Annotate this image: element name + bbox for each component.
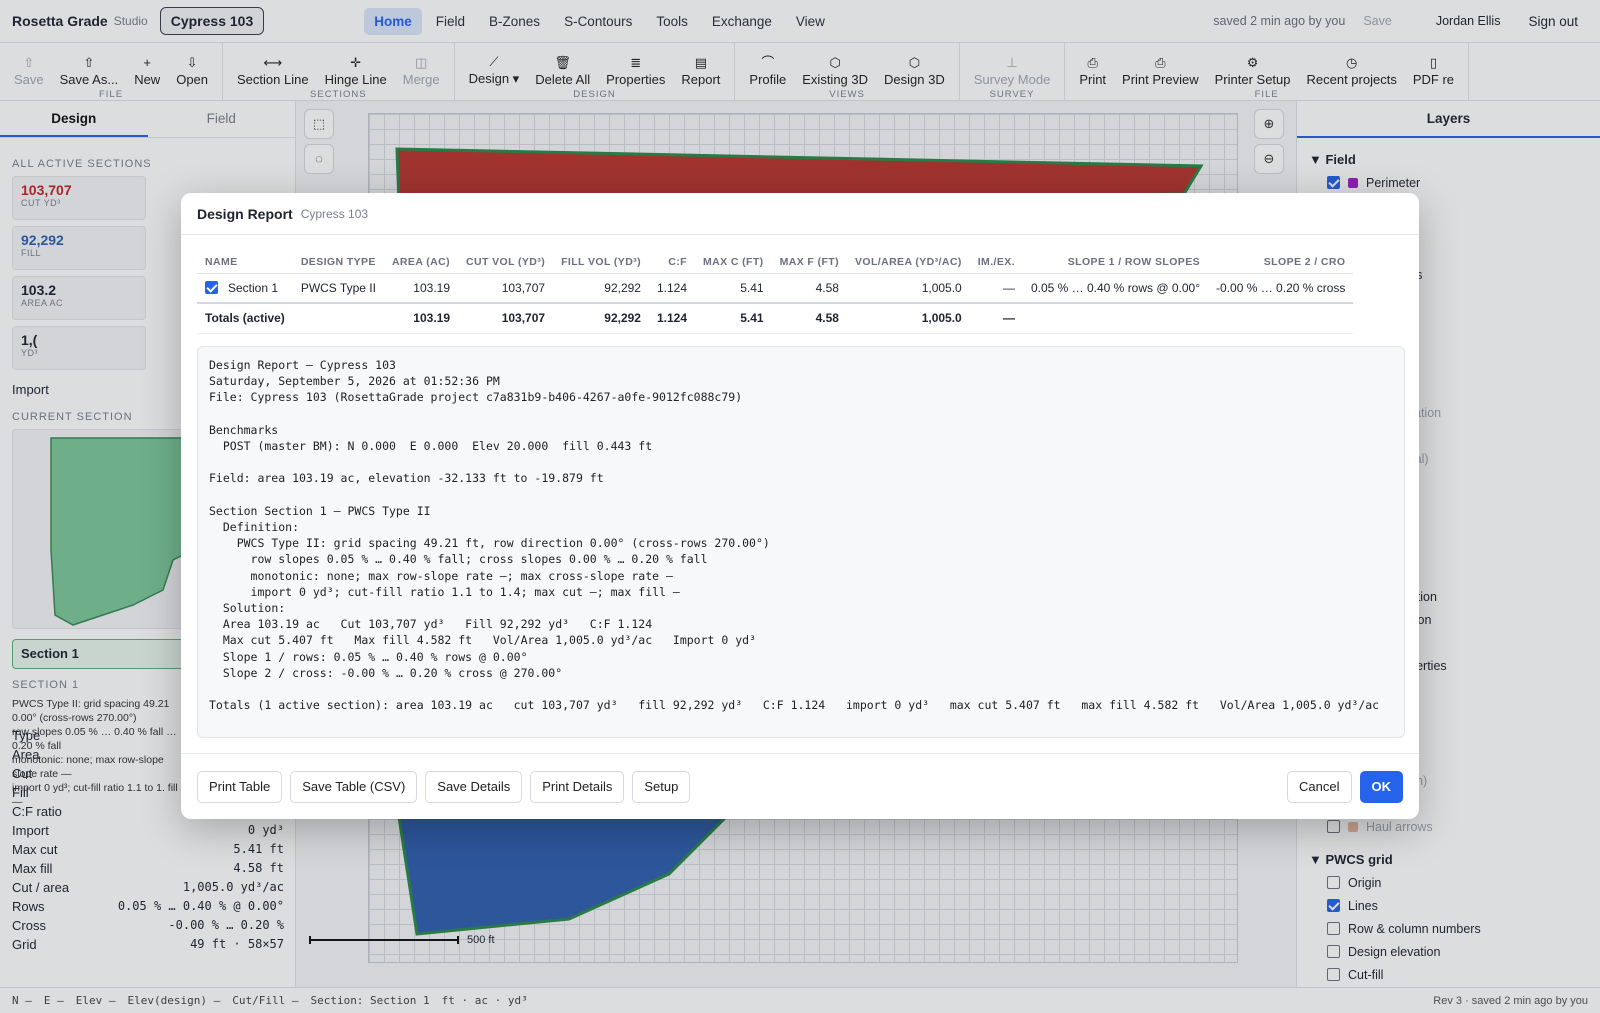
report-text: Design Report — Cypress 103 Saturday, Se… xyxy=(209,358,1380,713)
table-cell: 1,005.0 xyxy=(846,273,970,304)
dialog-subtitle: Cypress 103 xyxy=(300,206,369,221)
table-row[interactable]: Section 1 PWCS Type II 103.19 103,707 92,292… xyxy=(197,273,1354,304)
totals-cell: 1,005.0 xyxy=(846,302,970,334)
totals-cell: 103,707 xyxy=(458,302,554,334)
totals-cell: 4.58 xyxy=(771,302,847,334)
totals-cell: — xyxy=(969,302,1023,334)
table-header-cell[interactable]: DESIGN TYPE xyxy=(292,251,384,274)
setup-button[interactable]: Setup xyxy=(632,770,691,803)
table-cell-text: — xyxy=(1002,280,1015,295)
table-cell: PWCS Type II xyxy=(292,273,384,304)
table-cell-text: PWCS Type II xyxy=(300,280,376,295)
table-cell: 103,707 xyxy=(458,273,554,304)
table-header-cell[interactable]: VOL/AREA (YD³/AC) xyxy=(846,251,970,274)
table-header-cell[interactable]: MAX F (FT) xyxy=(771,251,847,274)
report-text-box[interactable]: Design Report — Cypress 103 Saturday, Se… xyxy=(197,346,1405,738)
table-cell: 92,292 xyxy=(553,273,649,304)
totals-cell xyxy=(1208,302,1354,334)
totals-cell: 5.41 xyxy=(695,302,772,334)
print-table-button[interactable]: Print Table xyxy=(197,770,283,803)
table-cell: 103.19 xyxy=(383,273,458,304)
table-header-cell[interactable]: SLOPE 1 / ROW SLOPES xyxy=(1022,251,1209,274)
table-cell: 0.05 % … 0.40 % rows @ 0.00° xyxy=(1022,273,1209,304)
table-cell-text: 4.58 xyxy=(815,280,839,295)
table-header-cell[interactable]: NAME xyxy=(197,251,293,274)
table-header-cell[interactable]: MAX C (FT) xyxy=(695,251,772,274)
totals-cell: 92,292 xyxy=(553,302,649,334)
table-cell-text: Section 1 xyxy=(228,280,279,295)
table-cell-text: 103.19 xyxy=(413,280,450,295)
dialog-title: Design Report xyxy=(197,205,293,222)
table-cell-text: 1.124 xyxy=(656,280,687,295)
table-cell-text: 1,005.0 xyxy=(921,280,962,295)
table-cell: 1.124 xyxy=(648,273,695,304)
totals-cell: 103.19 xyxy=(383,302,458,334)
table-header-cell[interactable]: IM./EX. xyxy=(969,251,1023,274)
table-header-row: NAME DESIGN TYPE AREA (AC) CUT VOL (YD³) FIL… xyxy=(197,251,1354,274)
table-cell: Section 1 xyxy=(197,273,293,304)
table-cell-text: 5.41 xyxy=(740,280,764,295)
report-table: NAME DESIGN TYPE AREA (AC) CUT VOL (YD³) FIL… xyxy=(197,251,1354,334)
ok-button[interactable]: OK xyxy=(1359,770,1403,803)
table-header-cell[interactable]: C:F xyxy=(648,251,695,274)
design-report-dialog: Design Report Cypress 103 NAME DESIGN TYP… xyxy=(181,193,1419,819)
table-header-cell[interactable]: CUT VOL (YD³) xyxy=(458,251,554,274)
table-header-cell[interactable]: AREA (AC) xyxy=(383,251,458,274)
dialog-footer: Print Table Save Table (CSV) Save Detail… xyxy=(181,753,1419,819)
table-cell-text: 92,292 xyxy=(604,280,641,295)
cancel-button[interactable]: Cancel xyxy=(1287,770,1352,803)
dialog-header: Design Report Cypress 103 xyxy=(181,193,1419,235)
totals-cell xyxy=(292,302,384,334)
table-cell-text: 0.05 % … 0.40 % rows @ 0.00° xyxy=(1030,280,1201,295)
table-totals-row: Totals (active) 103.19 103,707 92,292 1.124 5… xyxy=(197,302,1354,334)
table-cell: -0.00 % … 0.20 % cross xyxy=(1208,273,1354,304)
section-active-checkbox[interactable] xyxy=(205,280,218,294)
table-cell: 4.58 xyxy=(771,273,847,304)
table-header-cell[interactable]: SLOPE 2 / CRO xyxy=(1208,251,1354,274)
report-table-wrap[interactable]: NAME DESIGN TYPE AREA (AC) CUT VOL (YD³) FIL… xyxy=(197,251,1405,337)
table-cell-text: 103,707 xyxy=(501,280,546,295)
save-details-button[interactable]: Save Details xyxy=(425,770,523,803)
totals-cell: Totals (active) xyxy=(197,302,293,334)
save-table-csv-button[interactable]: Save Table (CSV) xyxy=(290,770,418,803)
print-details-button[interactable]: Print Details xyxy=(530,770,625,803)
table-cell: 5.41 xyxy=(695,273,772,304)
totals-cell: 1.124 xyxy=(648,302,695,334)
table-header-cell[interactable]: FILL VOL (YD³) xyxy=(553,251,649,274)
table-cell-text: -0.00 % … 0.20 % cross xyxy=(1216,280,1346,295)
totals-cell xyxy=(1022,302,1209,334)
table-cell: — xyxy=(969,273,1023,304)
